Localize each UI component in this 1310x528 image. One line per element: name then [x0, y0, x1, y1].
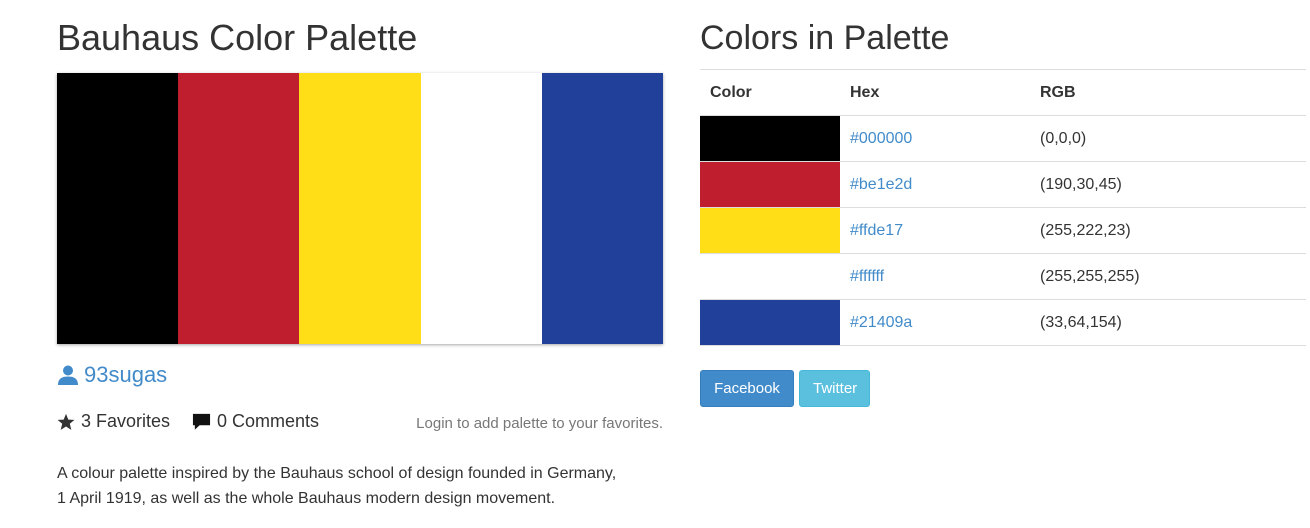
color-swatch	[700, 254, 840, 299]
comments-label: Comments	[232, 411, 320, 431]
hex-link[interactable]: #ffffff	[850, 268, 884, 285]
rgb-cell: (0,0,0)	[1030, 115, 1306, 162]
header-color: Color	[700, 69, 840, 116]
login-hint: Login to add palette to your favorites.	[416, 415, 663, 432]
hex-link[interactable]: #be1e2d	[850, 176, 912, 193]
color-swatch	[700, 116, 840, 161]
rgb-cell: (33,64,154)	[1030, 299, 1306, 346]
twitter-share-button[interactable]: Twitter	[799, 370, 870, 407]
color-swatch-cell	[700, 161, 840, 208]
palette-swatch	[178, 73, 300, 344]
rgb-cell: (255,255,255)	[1030, 253, 1306, 300]
comments-count: 0 Comments	[192, 411, 319, 432]
hex-link[interactable]: #ffde17	[850, 222, 903, 239]
share-buttons: Facebook Twitter	[700, 370, 870, 407]
color-swatch-cell	[700, 115, 840, 162]
author-name: 93sugas	[84, 362, 168, 387]
hex-cell: #ffffff	[840, 253, 1030, 300]
table-row: #000000 (0,0,0)	[700, 115, 1306, 162]
color-swatch	[700, 300, 840, 345]
color-swatch	[700, 208, 840, 253]
page-title: Bauhaus Color Palette	[57, 17, 418, 58]
palette-stats: 3 Favorites 0 Comments Login to add pale…	[57, 411, 663, 437]
header-rgb: RGB	[1030, 69, 1306, 116]
color-swatch	[700, 162, 840, 207]
palette-swatch	[57, 73, 179, 344]
hex-cell: #be1e2d	[840, 161, 1030, 208]
rgb-cell: (190,30,45)	[1030, 161, 1306, 208]
favorites-count: 3 Favorites	[57, 411, 170, 432]
hex-link[interactable]: #000000	[850, 130, 912, 147]
favorites-number: 3	[81, 411, 92, 431]
comment-icon	[192, 413, 211, 430]
section-title: Colors in Palette	[700, 19, 950, 57]
favorites-label: Favorites	[96, 411, 171, 431]
hex-cell: #ffde17	[840, 207, 1030, 254]
table-header-row: Color Hex RGB	[700, 69, 1306, 116]
hex-cell: #000000	[840, 115, 1030, 162]
user-icon	[58, 365, 78, 385]
table-row: #21409a (33,64,154)	[700, 299, 1306, 346]
palette-swatch	[299, 73, 421, 344]
author-link[interactable]: 93sugas	[57, 362, 167, 388]
palette-preview	[57, 73, 664, 344]
palette-swatch	[420, 73, 542, 344]
hex-cell: #21409a	[840, 299, 1030, 346]
palette-description: A colour palette inspired by the Bauhaus…	[57, 465, 617, 507]
comments-number: 0	[217, 411, 228, 431]
facebook-share-button[interactable]: Facebook	[700, 370, 794, 407]
color-swatch-cell	[700, 299, 840, 346]
palette-swatch	[541, 73, 664, 344]
colors-table: Color Hex RGB #000000 (0,0,0) #be1e2d (1…	[700, 69, 1306, 346]
table-row: #be1e2d (190,30,45)	[700, 161, 1306, 208]
hex-link[interactable]: #21409a	[850, 314, 912, 331]
table-row: #ffde17 (255,222,23)	[700, 207, 1306, 254]
color-swatch-cell	[700, 253, 840, 300]
star-icon	[57, 413, 75, 430]
color-swatch-cell	[700, 207, 840, 254]
header-hex: Hex	[840, 69, 1030, 116]
table-row: #ffffff (255,255,255)	[700, 253, 1306, 300]
rgb-cell: (255,222,23)	[1030, 207, 1306, 254]
